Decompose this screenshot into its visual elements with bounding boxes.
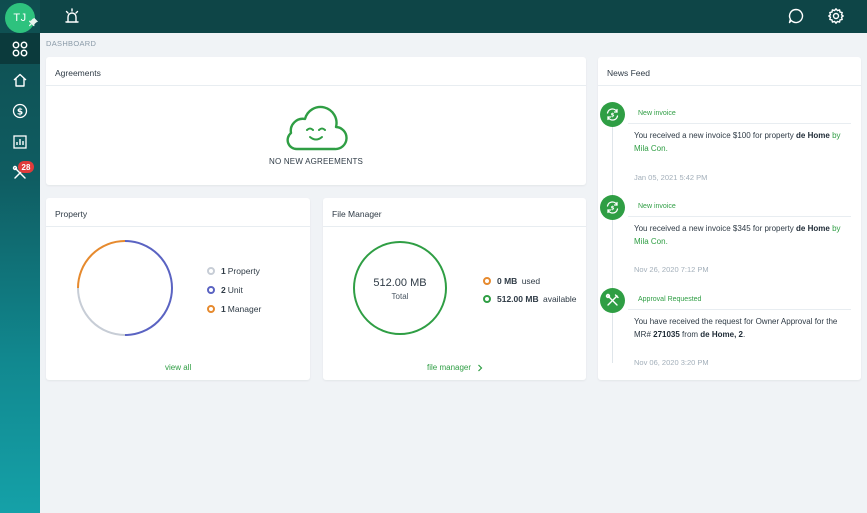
donut-segment-manager <box>77 240 126 289</box>
legend-manager: 1 Manager <box>207 304 261 314</box>
divider <box>628 309 851 310</box>
sidebar-item-home[interactable] <box>0 64 40 95</box>
sidebar-item-reports[interactable] <box>0 126 40 157</box>
legend-dot <box>207 286 215 294</box>
chat-icon[interactable] <box>786 6 806 26</box>
svg-text:$: $ <box>17 107 23 117</box>
legend-label: Unit <box>227 285 243 295</box>
top-header <box>40 0 867 33</box>
home-icon <box>13 73 27 87</box>
storage-total-size: 512.00 MB <box>373 277 427 289</box>
breadcrumb[interactable]: DASHBOARD <box>46 39 96 48</box>
donut-segment-unit <box>124 240 173 336</box>
legend-dot <box>483 277 491 285</box>
bar-chart-icon <box>13 134 27 149</box>
property-title: Property <box>55 209 88 219</box>
news-message: You received a new invoice $345 for prop… <box>634 223 852 248</box>
gear-icon[interactable] <box>826 6 846 26</box>
storage-available: 512.00 MB available <box>483 294 577 304</box>
pin-icon[interactable] <box>29 18 38 27</box>
storage-total-label: Total <box>391 292 409 301</box>
tools-icon <box>600 288 625 313</box>
news-text: from <box>679 329 701 339</box>
news-text: You received a new invoice $100 for prop… <box>634 131 797 140</box>
news-text: You received a new invoice $345 for prop… <box>634 224 797 233</box>
legend-count: 1 <box>221 304 226 314</box>
file-manager-link[interactable]: file manager <box>427 363 483 372</box>
no-agreements-text: NO NEW AGREEMENTS <box>269 157 364 166</box>
available-label: available <box>542 294 577 304</box>
file-manager-link-text: file manager <box>427 363 472 372</box>
news-type-label: Approval Requested <box>638 296 702 303</box>
legend-label: Property <box>227 266 260 276</box>
dollar-circle-icon: $ <box>12 103 28 118</box>
legend-dot <box>207 267 215 275</box>
legend-unit: 2 Unit <box>207 285 243 295</box>
property-donut-chart <box>77 240 173 336</box>
notification-badge: 28 <box>18 161 34 173</box>
file-manager-title: File Manager <box>332 209 382 219</box>
invoice-arrows-icon: $ <box>600 102 625 127</box>
storage-used: 0 MB used <box>483 276 540 286</box>
view-all-link[interactable]: view all <box>165 363 191 372</box>
svg-text:$: $ <box>611 206 615 212</box>
divider <box>46 85 586 86</box>
grid-circles-icon <box>12 41 28 56</box>
sidebar-item-payments[interactable]: $ <box>0 95 40 126</box>
news-property[interactable]: de Home <box>796 131 830 140</box>
news-property[interactable]: de Home <box>796 224 830 233</box>
news-date: Nov 06, 2020 3:20 PM <box>634 358 709 367</box>
divider <box>598 85 861 86</box>
svg-text:$: $ <box>611 113 615 119</box>
divider <box>628 216 851 217</box>
news-date: Nov 26, 2020 7:12 PM <box>634 265 709 274</box>
news-text: . <box>742 329 746 339</box>
chevron-right-icon <box>478 364 483 371</box>
agreements-title: Agreements <box>55 68 101 78</box>
news-message: You have received the request for Owner … <box>634 316 852 341</box>
alarm-icon[interactable] <box>62 6 82 26</box>
available-value: 512.00 MB <box>497 294 539 304</box>
divider <box>628 123 851 124</box>
legend-count: 1 <box>221 266 226 276</box>
news-type-label: New invoice <box>638 203 676 210</box>
used-label: used <box>521 276 541 286</box>
divider <box>323 226 586 227</box>
legend-property: 1 Property <box>207 266 260 276</box>
legend-dot <box>207 305 215 313</box>
legend-dot <box>483 295 491 303</box>
sidebar-item-dashboard[interactable] <box>0 33 40 64</box>
news-date: Jan 05, 2021 5:42 PM <box>634 173 708 182</box>
invoice-arrows-icon: $ <box>600 195 625 220</box>
legend-count: 2 <box>221 285 226 295</box>
used-value: 0 MB <box>497 276 518 286</box>
news-mr-number: 271035 <box>653 329 680 339</box>
timeline-line <box>612 117 613 363</box>
divider <box>46 226 310 227</box>
news-property[interactable]: de Home, 2 <box>700 330 743 339</box>
donut-segment-property <box>77 287 126 336</box>
news-type-label: New invoice <box>638 110 676 117</box>
news-feed-title: News Feed <box>607 68 650 78</box>
sidebar: TJ $ 28 <box>0 0 40 513</box>
news-message: You received a new invoice $100 for prop… <box>634 130 852 155</box>
legend-label: Manager <box>227 304 262 314</box>
happy-cloud-icon <box>286 105 348 151</box>
